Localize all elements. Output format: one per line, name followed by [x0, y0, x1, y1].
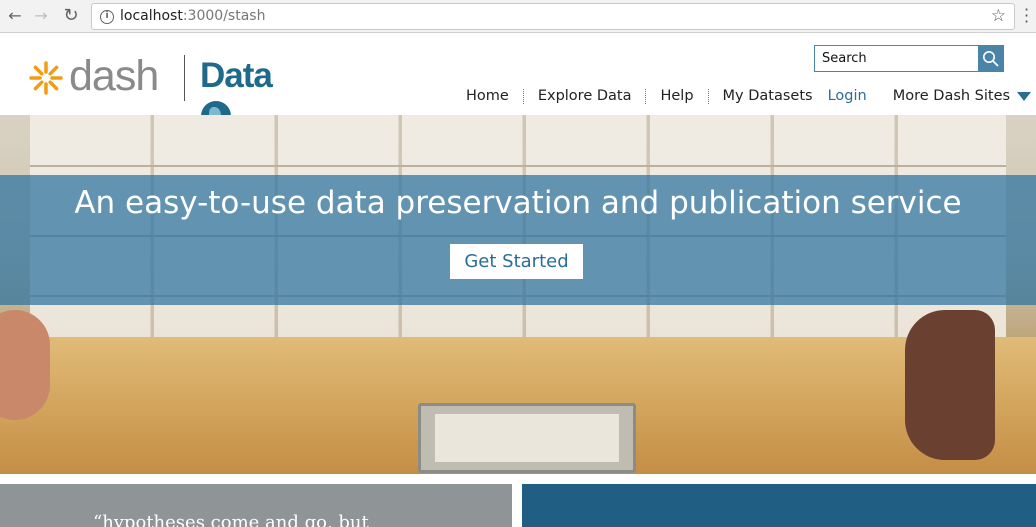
- bookmark-star-icon[interactable]: ☆: [991, 6, 1006, 26]
- logo-dash-text: dash: [69, 52, 159, 100]
- forward-arrow-icon[interactable]: →: [31, 6, 51, 26]
- quote-text: “hypotheses come and go, but: [93, 512, 369, 527]
- right-hand-image: [905, 310, 995, 460]
- hero-title: An easy-to-use data preservation and pub…: [74, 185, 962, 221]
- search-icon: [983, 51, 999, 67]
- nav-my-datasets[interactable]: My Datasets: [723, 88, 813, 104]
- nav-separator: [707, 88, 709, 104]
- caret-down-icon: [1017, 91, 1032, 101]
- back-arrow-icon[interactable]: ←: [5, 6, 25, 26]
- info-icon[interactable]: i: [100, 10, 114, 24]
- address-bar[interactable]: i localhost:3000/stash ☆: [91, 3, 1015, 30]
- url-text[interactable]: localhost:3000/stash: [120, 8, 265, 24]
- search-form: [814, 45, 1004, 72]
- drawer-label-card: [435, 414, 619, 462]
- nav-separator: [645, 88, 647, 104]
- hero-banner: An easy-to-use data preservation and pub…: [0, 115, 1036, 474]
- drawer-label-holder: [418, 403, 636, 473]
- browser-menu-icon[interactable]: · · ·: [1024, 2, 1032, 30]
- main-nav: Home Explore Data Help My Datasets Login…: [466, 86, 1032, 106]
- nav-more-dash-sites[interactable]: More Dash Sites: [892, 88, 1032, 104]
- url-host: localhost: [120, 8, 183, 24]
- sun-icon: [29, 61, 63, 95]
- search-input[interactable]: [815, 46, 979, 71]
- url-path: :3000/stash: [182, 8, 266, 24]
- info-panel: [522, 484, 1036, 527]
- left-hand-image: [0, 310, 50, 420]
- site-header: dash DataNE Home Explore Data Help My Da…: [0, 34, 1036, 175]
- tray-divider: [30, 165, 1006, 167]
- nav-more-label: More Dash Sites: [892, 88, 1011, 104]
- reload-icon[interactable]: ↻: [61, 6, 81, 26]
- nav-explore-data[interactable]: Explore Data: [538, 88, 632, 104]
- nav-separator: [522, 88, 524, 104]
- logo-divider: [184, 55, 185, 101]
- logo-dataone-left: Data: [200, 56, 273, 95]
- nav-login[interactable]: Login: [828, 88, 867, 104]
- browser-toolbar: ← → ↻ i localhost:3000/stash ☆ · · ·: [0, 0, 1036, 33]
- nav-home[interactable]: Home: [466, 88, 509, 104]
- search-button[interactable]: [978, 46, 1003, 71]
- get-started-button[interactable]: Get Started: [450, 244, 583, 279]
- quote-panel: “hypotheses come and go, but: [0, 484, 512, 527]
- nav-help[interactable]: Help: [660, 88, 693, 104]
